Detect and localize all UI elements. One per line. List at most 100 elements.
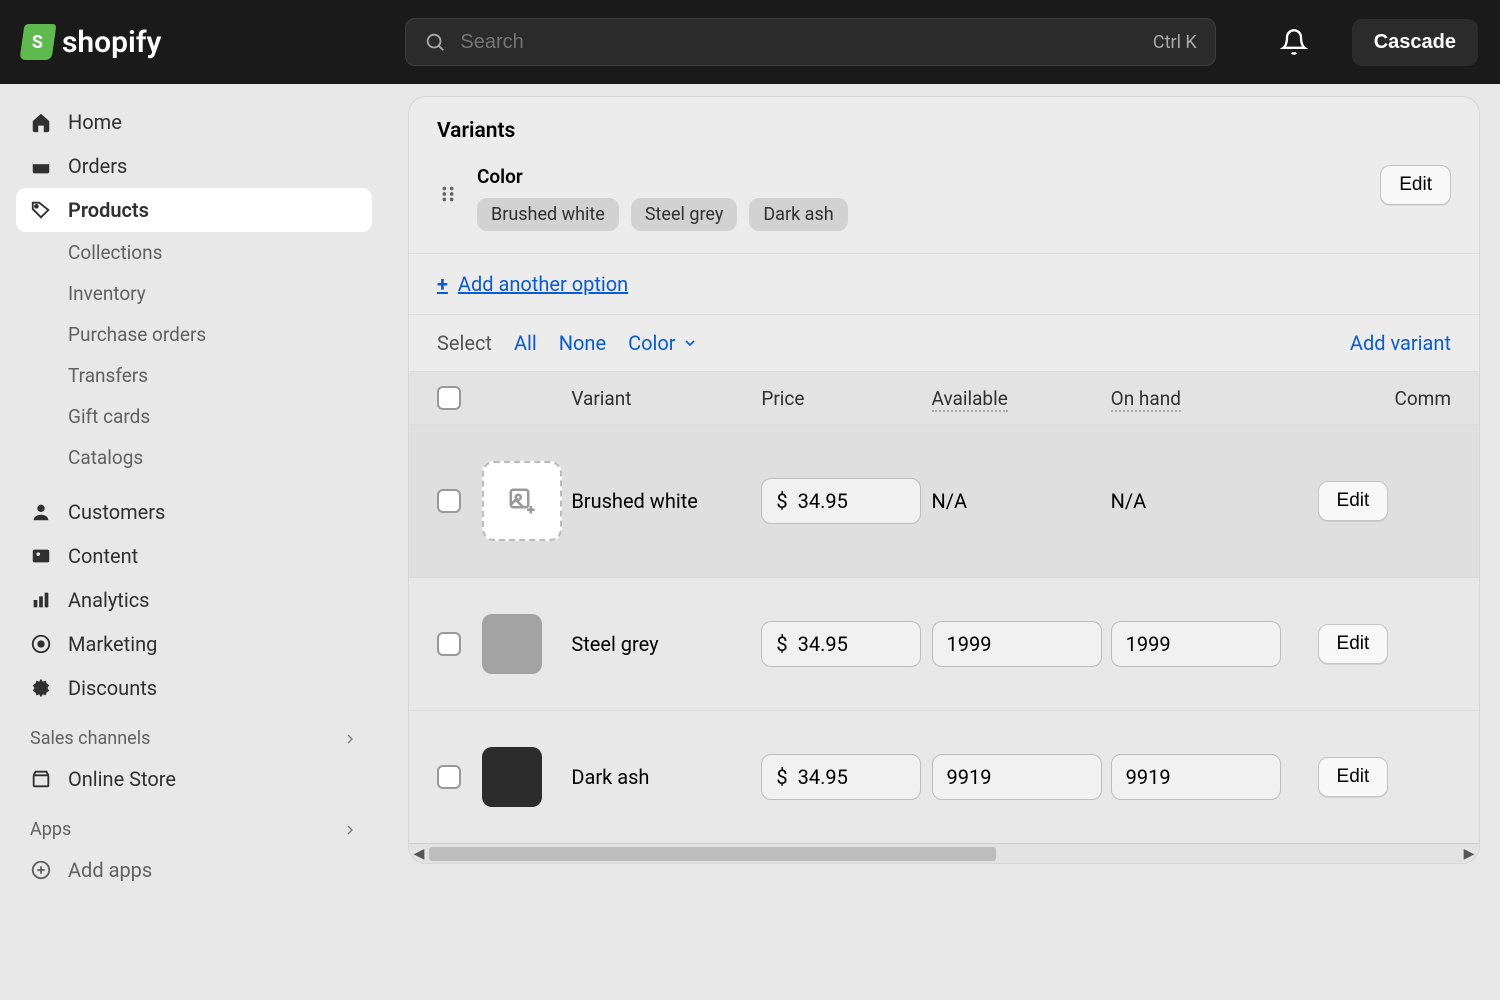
plus-icon: + [437,272,448,296]
nav-orders[interactable]: Orders [16,144,372,188]
search-bar[interactable]: Ctrl K [405,18,1215,66]
person-icon [30,501,52,523]
header-available: Available [932,387,1008,412]
chart-icon [30,589,52,611]
section-label: Sales channels [30,728,150,749]
scrollbar-thumb[interactable] [429,847,996,861]
add-variant-link[interactable]: Add variant [1350,331,1451,355]
store-icon [30,768,52,790]
variant-name: Brushed white [571,489,761,513]
topbar: shopify Ctrl K Cascade [0,0,1500,84]
nav-gift-cards[interactable]: Gift cards [16,396,372,437]
plus-circle-icon [30,859,52,881]
edit-variant-button[interactable]: Edit [1318,757,1389,797]
price-input[interactable]: $ 34.95 [761,478,921,524]
currency-symbol: $ [776,489,787,513]
variant-image-placeholder[interactable] [482,461,562,541]
add-option-link[interactable]: + Add another option [437,272,628,296]
header-comm: Comm [1388,387,1451,410]
nav-label: Home [68,110,122,134]
tag-icon [30,199,52,221]
variant-row[interactable]: Brushed white $ 34.95 N/A N/A Edit [409,424,1479,577]
target-icon [30,633,52,655]
currency-symbol: $ [776,632,787,656]
drag-handle-icon[interactable] [437,183,459,205]
select-none-link[interactable]: None [559,331,606,355]
nav-label: Orders [68,154,127,178]
variant-image[interactable] [482,614,542,674]
discount-icon [30,677,52,699]
variant-row[interactable]: Dark ash $ 34.95 9919 9919 Edit [409,710,1479,843]
edit-variant-button[interactable]: Edit [1318,624,1389,664]
search-input[interactable] [460,31,1139,54]
main-content: Variants Color Brushed white Steel grey … [388,84,1500,1000]
nav-discounts[interactable]: Discounts [16,666,372,710]
nav-add-apps[interactable]: Add apps [16,848,372,892]
sidebar: Home Orders Products Collections Invento… [0,84,388,1000]
home-icon [30,111,52,133]
header-price: Price [761,387,931,410]
nav-products[interactable]: Products [16,188,372,232]
nav-home[interactable]: Home [16,100,372,144]
select-bar: Select All None Color Add variant [409,314,1479,371]
apps-header[interactable]: Apps [16,801,372,848]
nav-content[interactable]: Content [16,534,372,578]
nav-transfers[interactable]: Transfers [16,355,372,396]
price-value: 34.95 [798,765,848,789]
price-input[interactable]: $ 34.95 [761,754,921,800]
nav-label: Content [68,544,138,568]
search-shortcut: Ctrl K [1153,32,1197,53]
select-all-link[interactable]: All [514,331,537,355]
variants-card: Variants Color Brushed white Steel grey … [408,96,1480,864]
table-header: Variant Price Available On hand Comm [409,371,1479,424]
select-label: Select [437,331,492,355]
available-input[interactable]: 9919 [932,754,1102,800]
nav-collections[interactable]: Collections [16,232,372,273]
onhand-input[interactable]: 1999 [1111,621,1281,667]
option-chips: Brushed white Steel grey Dark ash [477,198,1362,231]
nav-customers[interactable]: Customers [16,490,372,534]
option-row: Color Brushed white Steel grey Dark ash … [409,157,1479,253]
chip: Brushed white [477,198,619,231]
nav-label: Add apps [68,858,152,882]
nav-online-store[interactable]: Online Store [16,757,372,801]
onhand-input[interactable]: 9919 [1111,754,1281,800]
sales-channels-header[interactable]: Sales channels [16,710,372,757]
nav-marketing[interactable]: Marketing [16,622,372,666]
add-option-label: Add another option [458,272,628,296]
chip: Dark ash [749,198,847,231]
row-checkbox[interactable] [437,489,461,513]
available-input[interactable]: 1999 [932,621,1102,667]
horizontal-scrollbar[interactable]: ◀ ▶ [409,843,1479,863]
brand-text: shopify [62,25,161,60]
nav-analytics[interactable]: Analytics [16,578,372,622]
store-switcher[interactable]: Cascade [1352,19,1478,66]
notifications-icon[interactable] [1280,28,1308,56]
row-checkbox[interactable] [437,765,461,789]
variant-row[interactable]: Steel grey $ 34.95 1999 1999 Edit [409,577,1479,710]
nav-label: Analytics [68,588,150,612]
nav-label: Discounts [68,676,157,700]
select-color-dropdown[interactable]: Color [628,331,697,355]
nav-catalogs[interactable]: Catalogs [16,437,372,478]
edit-variant-button[interactable]: Edit [1318,481,1389,521]
row-checkbox[interactable] [437,632,461,656]
option-name: Color [477,165,1362,188]
header-variant: Variant [571,387,761,410]
variant-name: Dark ash [571,765,761,789]
currency-symbol: $ [776,765,787,789]
nav-label: Customers [68,500,165,524]
shopify-logo-icon [19,24,56,60]
variant-image[interactable] [482,747,542,807]
logo[interactable]: shopify [22,24,161,60]
nav-label: Products [68,198,149,222]
scroll-left-icon[interactable]: ◀ [409,846,429,862]
nav-inventory[interactable]: Inventory [16,273,372,314]
image-add-icon [507,486,537,516]
edit-option-button[interactable]: Edit [1380,165,1451,205]
scroll-right-icon[interactable]: ▶ [1459,846,1479,862]
chevron-down-icon [682,335,698,351]
select-all-checkbox[interactable] [437,386,461,410]
nav-purchase-orders[interactable]: Purchase orders [16,314,372,355]
price-input[interactable]: $ 34.95 [761,621,921,667]
